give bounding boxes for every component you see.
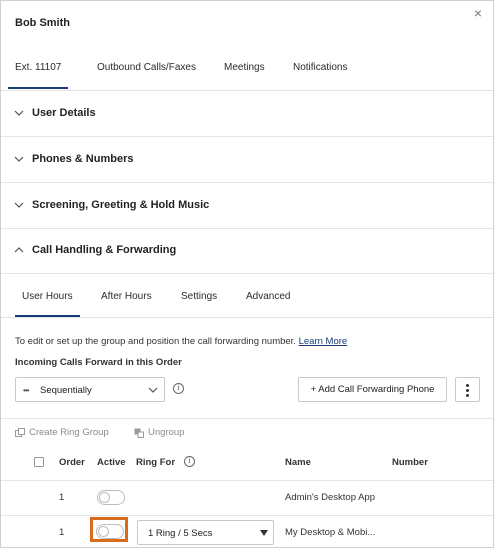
table-header: Order Active Ring For Name Number	[1, 446, 493, 481]
column-number: Number	[392, 457, 428, 468]
row-order: 1	[59, 527, 65, 538]
more-dot	[466, 389, 469, 392]
section-phones-numbers[interactable]: Phones & Numbers	[1, 137, 493, 183]
call-handling-tabs: User Hours After Hours Settings Advanced	[1, 274, 493, 318]
chevron-up-icon	[14, 247, 24, 253]
add-call-forwarding-phone-button[interactable]: + Add Call Forwarding Phone	[298, 377, 447, 402]
panel-header: Bob Smith ×	[1, 1, 493, 45]
active-toggle[interactable]	[97, 490, 125, 505]
info-icon[interactable]: i	[173, 383, 184, 394]
row-name: Admin's Desktop App	[285, 492, 375, 503]
section-label: Phones & Numbers	[32, 153, 134, 165]
column-ring-for: Ring For	[136, 457, 176, 468]
tab-meetings[interactable]: Meetings	[224, 62, 265, 73]
divider	[1, 418, 493, 419]
row-name: My Desktop & Mobi...	[285, 527, 376, 538]
description-text: To edit or set up the group and position…	[15, 336, 296, 347]
create-ring-group-label: Create Ring Group	[29, 427, 109, 438]
highlight-box	[90, 517, 128, 542]
column-name: Name	[285, 457, 311, 468]
toggle-knob	[99, 492, 110, 503]
tab-notifications[interactable]: Notifications	[293, 62, 347, 73]
forward-order-select[interactable]: ••• Sequentially	[15, 377, 165, 402]
page-title: Bob Smith	[15, 17, 70, 29]
chevron-down-icon	[14, 202, 24, 208]
forwarding-heading: Incoming Calls Forward in this Order	[15, 357, 182, 368]
tab-after-hours[interactable]: After Hours	[101, 291, 152, 302]
tab-advanced[interactable]: Advanced	[246, 291, 290, 302]
chevron-down-icon	[14, 110, 24, 116]
section-label: Call Handling & Forwarding	[32, 244, 177, 256]
section-label: User Details	[32, 107, 96, 119]
more-options-button[interactable]	[455, 377, 480, 402]
learn-more-link[interactable]: Learn More	[299, 336, 348, 347]
chevron-down-icon	[14, 156, 24, 162]
info-icon[interactable]: i	[184, 456, 195, 467]
chevron-down-icon	[148, 387, 158, 393]
more-dot	[466, 394, 469, 397]
ungroup-label: Ungroup	[148, 427, 185, 438]
tab-outbound-calls-faxes[interactable]: Outbound Calls/Faxes	[97, 62, 196, 73]
user-settings-panel: Bob Smith × Ext. 11107 Outbound Calls/Fa…	[0, 0, 494, 548]
section-screening-greeting[interactable]: Screening, Greeting & Hold Music	[1, 183, 493, 229]
forwarding-description: To edit or set up the group and position…	[15, 336, 347, 347]
tab-settings[interactable]: Settings	[181, 291, 217, 302]
section-call-handling[interactable]: Call Handling & Forwarding	[1, 228, 493, 274]
ring-for-value: 1 Ring / 5 Secs	[148, 528, 213, 539]
tab-user-hours[interactable]: User Hours	[15, 291, 80, 317]
section-user-details[interactable]: User Details	[1, 91, 493, 137]
tab-extension[interactable]: Ext. 11107	[8, 62, 69, 89]
ring-group-icon	[15, 428, 25, 437]
forward-order-value: Sequentially	[40, 385, 92, 396]
close-icon[interactable]: ×	[471, 6, 485, 20]
row-order: 1	[59, 492, 65, 503]
ungroup-icon	[134, 428, 144, 438]
ring-for-select[interactable]: 1 Ring / 5 Secs	[137, 520, 274, 545]
select-all-checkbox[interactable]	[34, 457, 44, 467]
column-active: Active	[97, 457, 126, 468]
dropdown-arrow-icon	[260, 530, 268, 536]
table-row: 1 Admin's Desktop App	[1, 481, 493, 516]
section-label: Screening, Greeting & Hold Music	[32, 199, 210, 211]
sequential-icon: •••	[23, 386, 29, 395]
more-dot	[466, 384, 469, 387]
main-tabs: Ext. 11107 Outbound Calls/Faxes Meetings…	[1, 45, 493, 91]
column-order: Order	[59, 457, 85, 468]
